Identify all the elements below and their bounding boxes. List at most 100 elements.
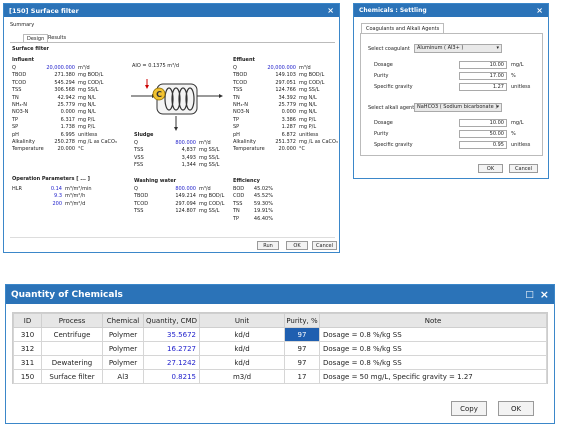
surface-filter-diagram: C: [131, 79, 223, 131]
param-input[interactable]: 50.00: [459, 130, 507, 138]
param-unit: %: [511, 131, 516, 137]
param-label: HLR: [12, 186, 23, 192]
settling-cancel-button[interactable]: Cancel: [509, 164, 538, 173]
param-value: 42.942: [57, 94, 76, 101]
footer-divider: [10, 237, 335, 238]
run-button[interactable]: Run: [257, 241, 279, 250]
param-unit: mg/L: [511, 62, 524, 68]
alkali-selected: NaHCO3 ( Sodium bicarbonate ): [417, 104, 498, 110]
close-icon[interactable]: ×: [536, 6, 543, 15]
param-row: TP 46.40%: [233, 216, 293, 223]
col-quantity[interactable]: Quantity, CMD: [143, 313, 200, 328]
param-label: NO3-N: [12, 109, 29, 116]
param-row: Q 20,000.000 m³/d: [12, 65, 132, 72]
param-unit: mg /L as CaCO₃: [78, 138, 117, 145]
cell-chemical: Al3: [102, 369, 144, 384]
param-unit: m³/m²/min: [65, 186, 92, 192]
param-label: TP: [12, 116, 19, 123]
param-label: Q: [134, 140, 138, 146]
table-row[interactable]: 311 Dewatering Polymer 27.1242 kd/d 97 Dosage …: [13, 355, 547, 370]
quantity-titlebar[interactable]: Quantity of Chemicals □ ×: [6, 285, 554, 304]
col-purity[interactable]: Purity, %: [284, 313, 320, 328]
param-value: 545.294: [54, 79, 75, 86]
param-unit: mg SS/L: [199, 208, 220, 215]
param-value: 0.14: [50, 186, 62, 192]
param-row: TSS 124.807 mg SS/L: [134, 208, 229, 215]
settling-ok-button[interactable]: OK: [478, 164, 503, 173]
param-value: 3.386: [281, 116, 296, 123]
param-row: TP 6.317 mg P/L: [12, 117, 132, 124]
surface-filter-titlebar[interactable]: [150] Surface filter ×: [4, 4, 339, 17]
param-input[interactable]: 1.27: [459, 83, 507, 91]
cell-quantity: 35.5672: [143, 327, 200, 342]
close-icon[interactable]: ×: [327, 6, 334, 15]
param-label: VSS: [134, 154, 144, 161]
param-value: 124.766: [275, 87, 296, 94]
settling-titlebar[interactable]: Chemicals : Settling ×: [354, 4, 548, 17]
coagulant-select[interactable]: Aluminum ( Al3+ ) ▾: [414, 44, 502, 53]
param-row: TSS 124.766 mg SS/L: [233, 87, 337, 94]
col-chemical[interactable]: Chemical: [102, 313, 144, 328]
tab-results[interactable]: Results: [45, 34, 69, 42]
param-input[interactable]: 10.00: [459, 61, 507, 69]
param-value: 250.278: [54, 138, 75, 145]
param-row: VSS 3,493 mg SS/L: [134, 155, 229, 162]
param-unit: °C: [78, 146, 84, 153]
settling-title: Chemicals : Settling: [359, 7, 427, 14]
table-row[interactable]: 312 Polymer 16.2727 kd/d 97 Dosage = 0.8 %/kg…: [13, 341, 547, 356]
param-value: 4,837: [181, 147, 196, 154]
chevron-down-icon: ▾: [496, 45, 499, 51]
param-label: TSS: [233, 87, 243, 94]
param-input[interactable]: 17.00: [459, 72, 507, 80]
param-row: TP 3.386 mg P/L: [233, 117, 337, 124]
param-label: NH₄-N: [233, 101, 249, 108]
operation-header[interactable]: Operation Parameters [ ... ]: [12, 176, 90, 182]
table-row[interactable]: 150 Surface filter Al3 0.8215 m3/d 17 Dosage =…: [13, 369, 547, 384]
param-unit: m³/m²/h: [65, 193, 86, 200]
alkali-select[interactable]: NaHCO3 ( Sodium bicarbonate ) ▾: [414, 103, 502, 112]
param-unit: m³/m²/d: [65, 200, 86, 207]
param-unit: mg P/L: [78, 124, 96, 131]
param-label: Specific gravity: [374, 84, 413, 90]
col-id[interactable]: ID: [13, 313, 42, 328]
cell-note: Dosage = 50 mg/L, Specific gravity = 1.2…: [319, 369, 547, 384]
param-unit: mg /L as CaCO₃: [299, 138, 338, 145]
effluent-header: Effluent: [233, 57, 255, 63]
col-unit[interactable]: Unit: [199, 313, 285, 328]
cell-unit: kd/d: [199, 355, 285, 370]
param-unit: mg COD/L: [78, 79, 104, 86]
param-value: 271.380: [54, 72, 75, 79]
surface-filter-title: [150] Surface filter: [9, 6, 79, 15]
chevron-down-icon: ▾: [496, 104, 499, 110]
param-row: NO3-N 0.000 mg N/L: [12, 109, 132, 116]
param-value: 251.372: [275, 138, 296, 145]
param-label: TN: [233, 94, 240, 101]
cancel-button[interactable]: Cancel: [312, 241, 337, 250]
param-input[interactable]: 0.95: [459, 141, 507, 149]
param-row: TBOD 149.103 mg BOD/L: [233, 72, 337, 79]
param-value: 1.287: [281, 124, 296, 131]
param-unit: mg P/L: [299, 116, 317, 123]
param-label: TP: [233, 215, 240, 222]
close-icon[interactable]: ×: [540, 289, 549, 300]
copy-button[interactable]: Copy: [451, 401, 487, 416]
cell-quantity: 16.2727: [143, 341, 200, 356]
param-row: 200 m³/m²/d: [12, 201, 127, 208]
cell-note: Dosage = 0.8 %/kg SS: [319, 327, 547, 342]
col-note[interactable]: Note: [319, 313, 547, 328]
param-input[interactable]: 10.00: [459, 119, 507, 127]
param-label: SP: [12, 124, 19, 131]
ok-button[interactable]: OK: [286, 241, 308, 250]
col-process[interactable]: Process: [41, 313, 103, 328]
table-row[interactable]: 310 Centrifuge Polymer 35.5672 kd/d 97 Dosage …: [13, 327, 547, 342]
coagulant-label: Select coagulant: [368, 46, 410, 52]
maximize-icon[interactable]: □: [525, 290, 534, 299]
cell-purity: 17: [284, 369, 320, 384]
influent-header: Influent: [12, 57, 35, 63]
param-label: TSS: [12, 87, 22, 94]
quantity-ok-button[interactable]: OK: [498, 401, 534, 416]
param-label: NH₄-N: [12, 101, 28, 108]
param-row: TSS 4,837 mg SS/L: [134, 147, 229, 154]
param-row: TCOD 545.294 mg COD/L: [12, 80, 132, 87]
param-value: 34.392: [278, 94, 297, 101]
